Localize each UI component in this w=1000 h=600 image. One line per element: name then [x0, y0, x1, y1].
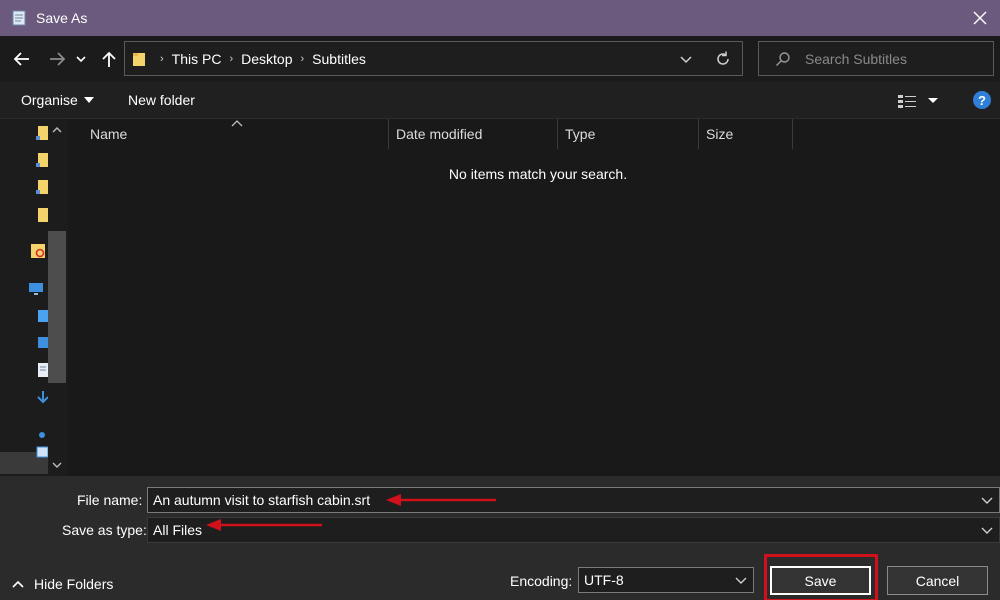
new-folder-button[interactable]: New folder	[128, 92, 195, 108]
arrow-right-icon	[50, 52, 66, 66]
chevron-down-icon[interactable]	[52, 460, 62, 470]
caret-down-icon	[83, 97, 94, 103]
nav-scrollbar[interactable]	[48, 119, 66, 476]
recent-locations-button[interactable]	[74, 48, 88, 70]
breadcrumb-desktop[interactable]: Desktop	[241, 51, 292, 67]
file-list[interactable]: Name Date modified Type Size No items ma…	[68, 119, 1000, 476]
arrow-left-icon	[13, 52, 29, 66]
hide-folders-button[interactable]: Hide Folders	[12, 576, 113, 592]
save-as-type-value[interactable]: All Files	[153, 522, 202, 538]
annotation-arrow	[206, 519, 322, 531]
chevron-down-icon[interactable]	[678, 51, 694, 67]
window-title: Save As	[36, 10, 88, 26]
up-button[interactable]	[98, 48, 120, 70]
encoding-value[interactable]: UTF-8	[584, 572, 624, 588]
file-name-label: File name:	[77, 492, 143, 508]
help-button[interactable]: ?	[973, 91, 991, 109]
breadcrumb-subtitles[interactable]: Subtitles	[312, 51, 366, 67]
column-header-type[interactable]: Type	[557, 119, 698, 149]
cancel-button[interactable]: Cancel	[887, 566, 988, 595]
annotation-arrow	[386, 494, 496, 506]
address-bar[interactable]: › This PC › Desktop › Subtitles	[124, 41, 743, 76]
notepad-icon	[12, 10, 26, 26]
breadcrumb-separator: ›	[229, 52, 234, 65]
this-pc-icon[interactable]	[28, 281, 44, 297]
title-bar: Save As	[0, 0, 1000, 36]
view-options-icon[interactable]	[897, 92, 941, 110]
close-icon[interactable]	[968, 6, 992, 30]
organise-button[interactable]: Organise	[21, 92, 94, 108]
breadcrumb-this-pc[interactable]: This PC	[172, 51, 222, 67]
creative-cloud-folder-icon[interactable]	[30, 243, 46, 259]
folder-icon	[133, 52, 145, 66]
file-name-value[interactable]: An autumn visit to starfish cabin.srt	[153, 492, 370, 508]
forward-button[interactable]	[46, 48, 68, 70]
chevron-up-icon[interactable]	[52, 125, 62, 135]
search-input[interactable]	[805, 50, 985, 67]
empty-message: No items match your search.	[448, 166, 628, 182]
hide-folders-label: Hide Folders	[34, 576, 114, 592]
column-header-date-modified[interactable]: Date modified	[388, 119, 557, 149]
chevron-down-icon	[76, 56, 86, 63]
column-header-size[interactable]: Size	[698, 119, 792, 149]
save-as-type-label: Save as type:	[62, 522, 147, 538]
column-header-name[interactable]: Name	[82, 119, 388, 149]
scrollbar-thumb[interactable]	[48, 231, 66, 383]
command-toolbar: Organise New folder	[0, 82, 1000, 119]
chevron-down-icon[interactable]	[981, 495, 993, 505]
search-box[interactable]	[758, 41, 994, 76]
new-folder-label: New folder	[128, 92, 195, 108]
annotation-highlight-box	[764, 554, 878, 600]
breadcrumb-separator: ›	[160, 52, 164, 65]
chevron-down-icon[interactable]	[981, 525, 993, 535]
breadcrumb-separator: ›	[300, 52, 305, 65]
chevron-up-icon	[12, 580, 24, 588]
search-icon	[776, 51, 790, 66]
encoding-select[interactable]: UTF-8	[578, 567, 754, 593]
refresh-icon[interactable]	[714, 50, 732, 68]
column-divider[interactable]	[792, 119, 793, 149]
organise-label: Organise	[21, 92, 78, 108]
arrow-up-icon	[102, 51, 116, 67]
encoding-label: Encoding:	[510, 573, 573, 589]
back-button[interactable]	[11, 48, 33, 70]
chevron-down-icon[interactable]	[735, 575, 747, 585]
file-name-field[interactable]: An autumn visit to starfish cabin.srt	[147, 487, 1000, 513]
